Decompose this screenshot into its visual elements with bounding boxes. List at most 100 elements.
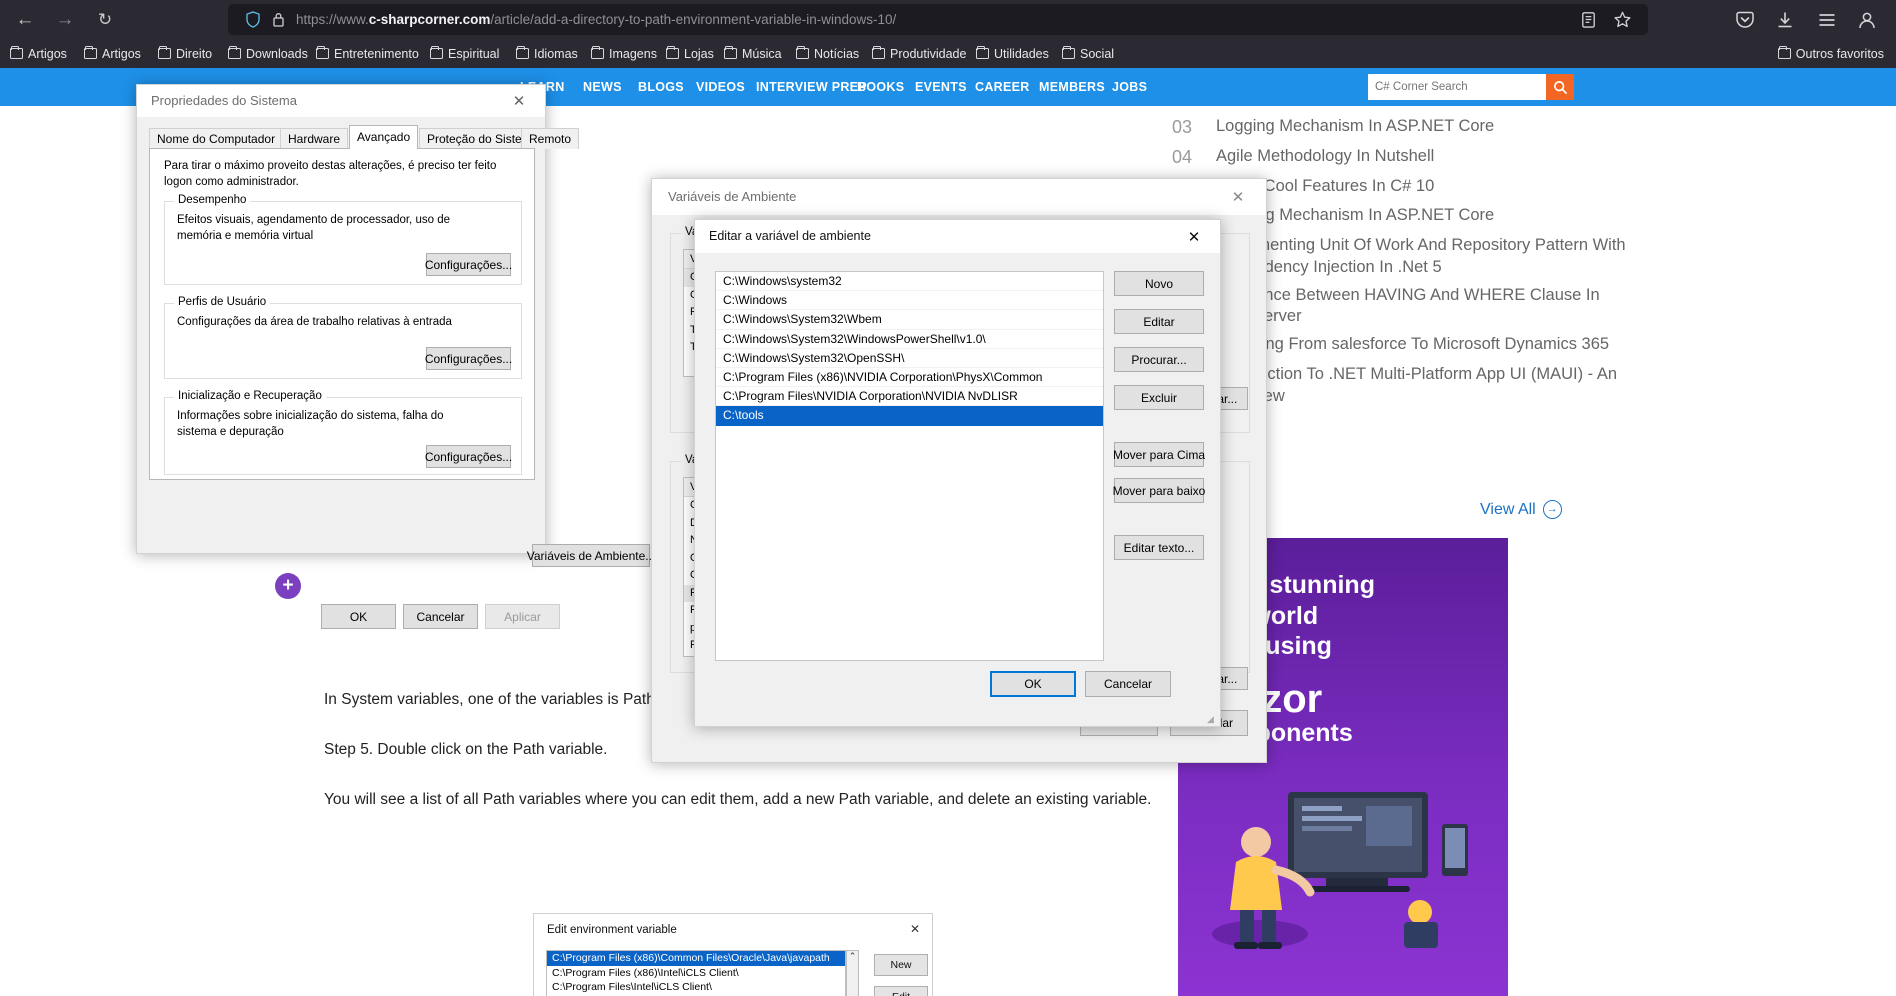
tab-remoto[interactable]: Remoto — [521, 128, 580, 149]
bookmark-musica[interactable]: Música — [718, 39, 788, 68]
list-item[interactable]: C:\Windows — [716, 291, 1103, 311]
bookmark-espiritual[interactable]: Espiritual — [424, 39, 505, 68]
popular-title[interactable]: Introduction To .NET Multi-Platform App … — [1216, 364, 1632, 408]
mover-para-cima-button[interactable]: Mover para Cima — [1113, 442, 1205, 467]
folder-icon — [1062, 45, 1075, 59]
site-nav-link-books[interactable]: BOOKS — [857, 68, 904, 106]
site-nav-link-blogs[interactable]: BLOGS — [638, 68, 684, 106]
bookmark-imagens[interactable]: Imagens — [585, 39, 663, 68]
site-nav-link-career[interactable]: CAREER — [975, 68, 1030, 106]
popular-title[interactable]: Agile Methodology In Nutshell — [1216, 146, 1434, 168]
bookmark-artigos-2[interactable]: Artigos — [78, 39, 147, 68]
excluir-button[interactable]: Excluir — [1114, 385, 1204, 410]
desempenho-settings-button[interactable]: Configurações... — [425, 253, 512, 276]
list-item[interactable]: C:\Windows\System32\OpenSSH\ — [716, 349, 1103, 368]
pocket-icon[interactable] — [1734, 9, 1756, 31]
list-item[interactable]: C:\Program Files\NVIDIA Corporation\NVID… — [716, 387, 1103, 407]
editar-texto-button[interactable]: Editar texto... — [1114, 535, 1204, 560]
forward-button[interactable]: → — [50, 5, 80, 34]
procurar-button[interactable]: Procurar... — [1114, 347, 1204, 372]
novo-button[interactable]: Novo — [1114, 271, 1204, 296]
system-properties-titlebar[interactable]: Propriedades do Sistema ✕ — [137, 85, 545, 117]
site-nav-link-videos[interactable]: VIDEOS — [696, 68, 745, 106]
site-search-input[interactable] — [1368, 74, 1546, 100]
downloads-icon[interactable] — [1774, 9, 1796, 31]
folder-icon — [10, 45, 23, 59]
expand-plus-badge[interactable]: + — [275, 573, 301, 599]
edit-var-title: Editar a variável de ambiente — [709, 229, 871, 243]
bookmark-label: Direito — [176, 46, 213, 61]
site-nav-link-news[interactable]: NEWS — [583, 68, 622, 106]
view-all-link[interactable]: View All → — [1480, 500, 1562, 519]
bookmark-social[interactable]: Social — [1056, 39, 1120, 68]
close-icon[interactable]: ✕ — [1172, 220, 1216, 253]
perfis-settings-button[interactable]: Configurações... — [425, 347, 512, 370]
site-search-box[interactable] — [1368, 74, 1546, 100]
env-vars-titlebar[interactable]: Variáveis de Ambiente ✕ — [652, 179, 1266, 215]
edit-environment-variable-dialog[interactable]: Editar a variável de ambiente ✕ C:\Windo… — [694, 219, 1221, 727]
edit-var-cancel-button[interactable]: Cancelar — [1085, 671, 1171, 697]
list-item[interactable]: 03 Logging Mechanism In ASP.NET Core — [1172, 116, 1632, 140]
resize-grip[interactable]: ◢ — [1207, 714, 1217, 724]
system-properties-tabs[interactable]: Nome do Computador Hardware Avançado Pro… — [149, 125, 580, 149]
popular-title[interactable]: Difference Between HAVING And WHERE Clau… — [1216, 285, 1632, 329]
bookmark-entretenimento[interactable]: Entretenimento — [310, 39, 425, 68]
hamburger-menu-icon[interactable] — [1816, 9, 1838, 31]
embedded-scrollbar: ⌃ — [846, 950, 859, 996]
popular-title[interactable]: Logging Mechanism In ASP.NET Core — [1216, 116, 1494, 138]
bookmark-label: Artigos — [28, 46, 67, 61]
sp-ok-button[interactable]: OK — [321, 604, 396, 629]
system-properties-panel: Para tirar o máximo proveito destas alte… — [149, 148, 535, 480]
bookmark-star-icon[interactable] — [1613, 10, 1632, 29]
back-button[interactable]: ← — [10, 5, 40, 34]
reader-view-icon[interactable] — [1579, 10, 1598, 29]
bookmark-noticias[interactable]: Notícias — [790, 39, 865, 68]
tab-nome-do-computador[interactable]: Nome do Computador — [149, 128, 284, 149]
group-inicializacao-recuperacao: Inicialização e Recuperação Informações … — [164, 390, 522, 475]
popular-title[interactable]: Implementing Unit Of Work And Repository… — [1216, 235, 1632, 279]
url-text[interactable]: https://www.c-sharpcorner.com/article/ad… — [296, 4, 896, 35]
inicializacao-settings-button[interactable]: Configurações... — [425, 445, 512, 468]
path-entries-list[interactable]: C:\Windows\system32 C:\Windows C:\Window… — [715, 271, 1104, 661]
list-item[interactable]: 04 Agile Methodology In Nutshell — [1172, 146, 1632, 170]
lock-icon[interactable] — [272, 11, 285, 28]
site-nav-link-interview-prep[interactable]: INTERVIEW PREP — [756, 68, 867, 106]
tab-hardware[interactable]: Hardware — [280, 128, 349, 149]
bookmark-utilidades[interactable]: Utilidades — [970, 39, 1055, 68]
close-icon[interactable]: ✕ — [499, 85, 539, 117]
mover-para-baixo-button[interactable]: Mover para baixo — [1113, 478, 1205, 503]
shield-icon[interactable] — [245, 11, 261, 28]
list-item[interactable]: C:\Program Files (x86)\NVIDIA Corporatio… — [716, 368, 1103, 388]
list-item[interactable]: C:\Windows\System32\Wbem — [716, 310, 1103, 330]
popular-title[interactable]: Migrating From salesforce To Microsoft D… — [1216, 334, 1609, 356]
close-icon[interactable]: ✕ — [1216, 179, 1260, 215]
tab-avancado[interactable]: Avançado — [349, 125, 419, 149]
site-search-button[interactable] — [1546, 74, 1574, 100]
other-bookmarks-folder[interactable]: Outros favoritos — [1772, 39, 1890, 68]
environment-variables-button[interactable]: Variáveis de Ambiente... — [527, 544, 655, 567]
url-bar[interactable]: https://www.c-sharpcorner.com/article/ad… — [228, 4, 1648, 35]
bookmark-artigos-1[interactable]: Artigos — [4, 39, 73, 68]
reload-button[interactable]: ↻ — [90, 5, 120, 34]
sp-cancel-button[interactable]: Cancelar — [403, 604, 478, 629]
bookmark-direito[interactable]: Direito — [152, 39, 218, 68]
account-icon[interactable] — [1856, 9, 1878, 31]
system-properties-dialog[interactable]: Propriedades do Sistema ✕ Nome do Comput… — [136, 84, 655, 629]
ad-illustration — [1212, 792, 1468, 949]
bookmark-lojas[interactable]: Lojas — [660, 39, 720, 68]
list-item[interactable]: C:\Windows\system32 — [716, 272, 1103, 292]
editar-button[interactable]: Editar — [1114, 309, 1204, 334]
browser-navigation-bar: ← → ↻ https://www.c-sharpcorner.com/arti… — [0, 0, 1896, 39]
edit-var-ok-button[interactable]: OK — [990, 671, 1076, 697]
edit-var-titlebar[interactable]: Editar a variável de ambiente ✕ — [695, 220, 1220, 253]
site-nav-link-jobs[interactable]: JOBS — [1112, 68, 1147, 106]
list-item-selected[interactable]: C:\tools — [716, 406, 1103, 426]
bookmark-downloads[interactable]: Downloads — [222, 39, 314, 68]
site-nav-link-members[interactable]: MEMBERS — [1039, 68, 1105, 106]
site-nav-link-events[interactable]: EVENTS — [915, 68, 967, 106]
bookmark-idiomas[interactable]: Idiomas — [510, 39, 584, 68]
group-desempenho: Desempenho Efeitos visuais, agendamento … — [164, 194, 522, 285]
embedded-title: Edit environment variable — [547, 924, 677, 936]
bookmark-produtividade[interactable]: Produtividade — [866, 39, 972, 68]
list-item[interactable]: C:\Windows\System32\WindowsPowerShell\v1… — [716, 330, 1103, 349]
